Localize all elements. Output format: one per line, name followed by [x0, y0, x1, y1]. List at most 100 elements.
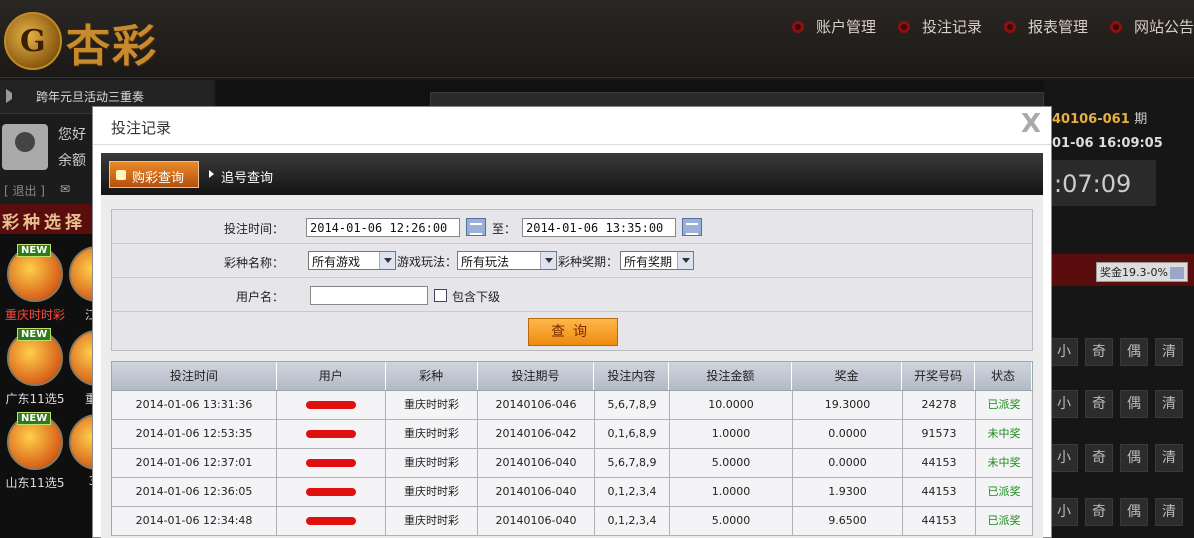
greeting: 您好	[58, 127, 86, 143]
game-item[interactable]: NEW 重庆时时彩	[0, 244, 70, 323]
bullet-icon	[1003, 20, 1016, 33]
new-badge: NEW	[17, 412, 52, 425]
redacted-user	[277, 507, 386, 535]
small-button[interactable]: 小	[1050, 444, 1078, 472]
calendar-icon[interactable]	[682, 218, 702, 236]
to-label: 至：	[492, 222, 517, 236]
dialog-title: 投注记录	[111, 119, 172, 137]
even-button[interactable]: 偶	[1120, 498, 1148, 526]
avatar	[2, 124, 48, 170]
quick-buttons: 小奇偶清	[1050, 338, 1190, 366]
redacted-user	[277, 391, 386, 419]
draw-time: 01-06 16:09:05	[1052, 136, 1163, 151]
clear-button[interactable]: 清	[1155, 444, 1183, 472]
calendar-icon[interactable]	[466, 218, 486, 236]
redacted-user	[277, 478, 386, 506]
current-period: 40106-061 期	[1052, 112, 1148, 127]
table-row[interactable]: 2014-01-06 12:36:05 重庆时时彩 20140106-040 0…	[111, 478, 1033, 507]
dialog-header: 投注记录 X	[93, 107, 1051, 145]
filter-panel: 投注时间： 至： 彩种名称： 所有游戏 游戏玩法： 所有玩法 彩种奖期： 所有奖…	[111, 209, 1033, 351]
bet-time-label: 投注时间：	[223, 222, 284, 236]
small-button[interactable]: 小	[1050, 338, 1078, 366]
balance-label: 余额	[58, 153, 86, 169]
table-row[interactable]: 2014-01-06 12:34:48 重庆时时彩 20140106-040 0…	[111, 507, 1033, 536]
tab-bar: 购彩查询 追号查询	[101, 153, 1043, 195]
mail-icon[interactable]: ✉	[60, 182, 70, 196]
nav-bet-records[interactable]: 投注记录	[897, 16, 982, 37]
even-button[interactable]: 偶	[1120, 444, 1148, 472]
game-name-label: 彩种名称：	[223, 256, 284, 270]
bullet-icon	[897, 20, 910, 33]
include-sub-checkbox[interactable]	[434, 289, 447, 302]
chevron-down-icon	[540, 252, 556, 269]
lottery-icon	[116, 170, 126, 180]
start-time-input[interactable]	[306, 218, 460, 237]
username-label: 用户名：	[235, 290, 284, 304]
nav-reports[interactable]: 报表管理	[1003, 16, 1088, 37]
chevron-down-icon	[379, 252, 395, 269]
chevron-down-icon	[1169, 267, 1184, 279]
table-row[interactable]: 2014-01-06 12:37:01 重庆时时彩 20140106-040 5…	[111, 449, 1033, 478]
bullet-icon	[791, 20, 804, 33]
odd-button[interactable]: 奇	[1085, 390, 1113, 418]
issue-select[interactable]: 所有奖期	[620, 251, 694, 270]
clear-button[interactable]: 清	[1155, 498, 1183, 526]
game-item[interactable]: NEW 广东11选5	[0, 328, 70, 407]
quick-buttons: 小奇偶清	[1050, 444, 1190, 472]
odd-button[interactable]: 奇	[1085, 444, 1113, 472]
game-item[interactable]: NEW 山东11选5	[0, 412, 70, 491]
even-button[interactable]: 偶	[1120, 390, 1148, 418]
username-input[interactable]	[310, 286, 428, 305]
nav-account[interactable]: 账户管理	[791, 16, 876, 37]
logo-coin-icon: G	[4, 12, 62, 70]
new-badge: NEW	[17, 328, 52, 341]
tab-chase-query[interactable]: 追号查询	[207, 167, 273, 186]
odd-button[interactable]: 奇	[1085, 338, 1113, 366]
dialog-body: 购彩查询 追号查询 投注时间： 至： 彩种名称： 所有游戏 游戏玩法： 所有玩法…	[101, 153, 1043, 538]
play-select[interactable]: 所有玩法	[457, 251, 557, 270]
small-button[interactable]: 小	[1050, 390, 1078, 418]
small-button[interactable]: 小	[1050, 498, 1078, 526]
include-sub-label: 包含下级	[452, 290, 501, 304]
table-row[interactable]: 2014-01-06 12:53:35 重庆时时彩 20140106-042 0…	[111, 420, 1033, 449]
prize-select[interactable]: 奖金19.3-0%	[1096, 262, 1188, 282]
game-icon: NEW	[7, 412, 63, 470]
site-logo[interactable]: G 杏彩	[4, 8, 184, 72]
records-table: 投注时间 用户 彩种 投注期号 投注内容 投注金额 奖金 开奖号码 状态 201…	[111, 361, 1033, 536]
right-panel: 40106-061 期 01-06 16:09:05 :07:09 奖金19.3…	[1044, 80, 1194, 538]
table-header: 投注时间 用户 彩种 投注期号 投注内容 投注金额 奖金 开奖号码 状态	[111, 361, 1033, 391]
game-icon: NEW	[7, 244, 63, 302]
speaker-icon	[6, 89, 24, 103]
odd-button[interactable]: 奇	[1085, 498, 1113, 526]
top-bar: G 杏彩 账户管理 投注记录 报表管理 网站公告	[0, 0, 1194, 78]
chevron-down-icon	[677, 252, 693, 269]
bet-records-dialog: 投注记录 X 购彩查询 追号查询 投注时间： 至： 彩种名称： 所有游戏 游戏玩…	[92, 106, 1052, 538]
clear-button[interactable]: 清	[1155, 390, 1183, 418]
bullet-icon	[1109, 20, 1122, 33]
new-badge: NEW	[17, 244, 52, 257]
quick-buttons: 小奇偶清	[1050, 390, 1190, 418]
close-icon[interactable]: X	[1021, 109, 1041, 139]
query-button[interactable]: 查询	[528, 318, 618, 346]
even-button[interactable]: 偶	[1120, 338, 1148, 366]
status-badge: 未中奖	[976, 449, 1033, 477]
table-row[interactable]: 2014-01-06 13:31:36 重庆时时彩 20140106-046 5…	[111, 391, 1033, 420]
nav-announcements[interactable]: 网站公告	[1109, 16, 1194, 37]
status-badge: 已派奖	[976, 391, 1033, 419]
top-nav: 账户管理 投注记录 报表管理 网站公告	[770, 16, 1194, 37]
countdown: :07:09	[1044, 160, 1156, 206]
end-time-input[interactable]	[522, 218, 676, 237]
quick-buttons: 小奇偶清	[1050, 498, 1190, 526]
clear-button[interactable]: 清	[1155, 338, 1183, 366]
redacted-user	[277, 420, 386, 448]
logout-link[interactable]: [ 退出 ]	[4, 182, 45, 199]
status-badge: 已派奖	[976, 507, 1033, 535]
game-select[interactable]: 所有游戏	[308, 251, 396, 270]
status-badge: 未中奖	[976, 420, 1033, 448]
issue-label: 彩种奖期：	[558, 255, 619, 269]
status-badge: 已派奖	[976, 478, 1033, 506]
game-icon: NEW	[7, 328, 63, 386]
tab-purchase-query[interactable]: 购彩查询	[109, 161, 199, 188]
redacted-user	[277, 449, 386, 477]
logo-text: 杏彩	[66, 21, 158, 72]
